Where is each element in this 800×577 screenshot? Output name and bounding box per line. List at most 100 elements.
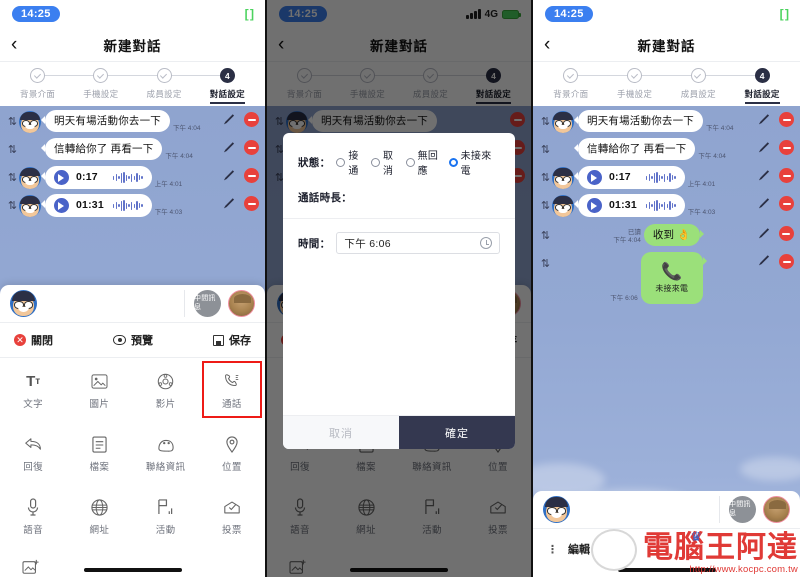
middle-message-button[interactable]: 中間訊息 bbox=[729, 496, 756, 523]
delete-button[interactable] bbox=[779, 168, 794, 183]
edit-icon[interactable] bbox=[758, 254, 771, 267]
cat-avatar[interactable] bbox=[228, 290, 255, 317]
radio-missed[interactable]: 未接來電 bbox=[448, 147, 492, 177]
delete-button[interactable] bbox=[779, 254, 794, 270]
tool-event[interactable]: 活動 bbox=[133, 484, 199, 547]
voice-message-bubble[interactable]: 01:31 bbox=[41, 194, 152, 217]
close-button[interactable]: ✕ 關閉 bbox=[14, 332, 53, 348]
radio-circle-icon bbox=[336, 157, 346, 167]
tool-reply-label: 回復 bbox=[23, 462, 44, 473]
reorder-icon[interactable]: ⇅ bbox=[539, 194, 552, 215]
play-icon[interactable] bbox=[54, 198, 69, 213]
tool-contact[interactable]: 聯絡資訊 bbox=[133, 421, 199, 484]
modal-confirm-button[interactable]: 確定 bbox=[399, 416, 515, 449]
add-photo-icon[interactable] bbox=[22, 557, 265, 577]
tool-url[interactable]: 網址 bbox=[66, 484, 132, 547]
step-2-dot bbox=[93, 68, 109, 83]
step-4[interactable]: 4 對話設定 bbox=[196, 68, 259, 104]
voice-duration: 0:17 bbox=[609, 171, 631, 184]
edit-icon[interactable] bbox=[223, 113, 236, 126]
tool-reply[interactable]: 回復 bbox=[0, 421, 66, 484]
text-icon: Tт bbox=[26, 372, 41, 390]
message-bubble[interactable]: 收到 👌 bbox=[643, 224, 704, 247]
delete-button[interactable] bbox=[779, 140, 794, 155]
reorder-icon[interactable]: ⇅ bbox=[539, 110, 552, 131]
clock-icon[interactable] bbox=[480, 237, 492, 249]
avatar[interactable] bbox=[10, 290, 37, 317]
reorder-icon[interactable]: ⇅ bbox=[6, 110, 19, 131]
reorder-icon[interactable]: ⇅ bbox=[539, 252, 552, 273]
tool-text[interactable]: Tт 文字 bbox=[0, 358, 66, 421]
step-1[interactable]: 背景介面 bbox=[6, 68, 101, 100]
tool-file[interactable]: 檔案 bbox=[66, 421, 132, 484]
read-label: 已讀 bbox=[627, 228, 641, 236]
voice-message-bubble[interactable]: 0:17 bbox=[574, 166, 685, 189]
reorder-icon[interactable]: ⇅ bbox=[6, 194, 19, 215]
delete-button[interactable] bbox=[244, 140, 259, 155]
reorder-icon[interactable]: ⇅ bbox=[6, 138, 19, 159]
step-1-label: 背景介面 bbox=[553, 89, 589, 99]
step-3[interactable]: 成員設定 bbox=[667, 68, 763, 100]
edit-icon[interactable] bbox=[758, 169, 771, 182]
status-icons: [ ] bbox=[780, 7, 789, 21]
radio-noanswer[interactable]: 無回應 bbox=[405, 147, 441, 177]
message-bubble[interactable]: 明天有場活動你去一下 bbox=[41, 110, 170, 133]
edit-icon[interactable] bbox=[758, 113, 771, 126]
reorder-icon[interactable]: ⇅ bbox=[539, 138, 552, 159]
missed-call-bubble[interactable]: 📞 未接來電 bbox=[640, 252, 707, 305]
radio-connected[interactable]: 接通 bbox=[336, 147, 363, 177]
reorder-icon[interactable]: ⇅ bbox=[539, 166, 552, 187]
radio-cancelled[interactable]: 取消 bbox=[371, 147, 398, 177]
play-icon[interactable] bbox=[54, 170, 69, 185]
edit-icon[interactable] bbox=[223, 169, 236, 182]
avatar[interactable] bbox=[543, 496, 570, 523]
voice-message-bubble[interactable]: 01:31 bbox=[574, 194, 685, 217]
save-button[interactable]: 保存 bbox=[213, 332, 251, 348]
cat-avatar[interactable] bbox=[763, 496, 790, 523]
tool-location[interactable]: 位置 bbox=[199, 421, 265, 484]
delete-button[interactable] bbox=[779, 112, 794, 127]
step-2[interactable]: 手機設定 bbox=[603, 68, 699, 100]
preview-button[interactable]: 預覽 bbox=[113, 332, 153, 348]
read-receipt: 已讀 下午 4:04 bbox=[613, 229, 640, 245]
tool-voice[interactable]: 語音 bbox=[0, 484, 66, 547]
edit-icon[interactable] bbox=[223, 197, 236, 210]
reorder-icon[interactable]: ⇅ bbox=[539, 224, 552, 245]
tool-poll[interactable]: 投票 bbox=[199, 484, 265, 547]
tool-image[interactable]: 圖片 bbox=[66, 358, 132, 421]
message-bubble[interactable]: 明天有場活動你去一下 bbox=[574, 110, 703, 133]
more-options-icon[interactable]: ⋮ bbox=[547, 543, 559, 556]
time-input[interactable]: 下午 6:06 bbox=[336, 232, 500, 254]
step-1[interactable]: 背景介面 bbox=[539, 68, 635, 100]
tool-call[interactable]: 通話 bbox=[199, 358, 265, 421]
delete-button[interactable] bbox=[244, 196, 259, 211]
delete-button[interactable] bbox=[778, 226, 794, 241]
back-button[interactable]: ‹ bbox=[11, 35, 17, 54]
tool-video-label: 影片 bbox=[155, 399, 176, 410]
message-bubble[interactable]: 信轉給你了 再看一下 bbox=[573, 138, 696, 161]
edit-icon[interactable] bbox=[758, 141, 771, 154]
edit-icon[interactable] bbox=[223, 141, 236, 154]
battery-icon: [ ] bbox=[244, 7, 254, 21]
tool-video[interactable]: 影片 bbox=[133, 358, 199, 421]
modal-cancel-button[interactable]: 取消 bbox=[283, 416, 399, 449]
step-2[interactable]: 手機設定 bbox=[69, 68, 165, 100]
step-4[interactable]: 4 對話設定 bbox=[730, 68, 794, 104]
play-icon[interactable] bbox=[587, 170, 602, 185]
step-3[interactable]: 成員設定 bbox=[133, 68, 228, 100]
voice-message-bubble[interactable]: 0:17 bbox=[41, 166, 152, 189]
radio-circle-icon bbox=[405, 157, 415, 167]
edit-icon[interactable] bbox=[758, 227, 771, 240]
play-icon[interactable] bbox=[587, 198, 602, 213]
middle-message-button[interactable]: 中間訊息 bbox=[194, 290, 221, 317]
delete-button[interactable] bbox=[779, 196, 794, 211]
message-bubble[interactable]: 信轉給你了 再看一下 bbox=[40, 138, 163, 161]
reorder-icon[interactable]: ⇅ bbox=[6, 166, 19, 187]
edit-icon[interactable] bbox=[758, 197, 771, 210]
message-row: ⇅ 01:31 下午 4:03 bbox=[0, 190, 265, 218]
delete-button[interactable] bbox=[244, 168, 259, 183]
row-tools bbox=[758, 252, 794, 270]
step-3-label: 成員設定 bbox=[680, 89, 716, 99]
back-button[interactable]: ‹ bbox=[544, 35, 550, 54]
delete-button[interactable] bbox=[244, 112, 259, 127]
